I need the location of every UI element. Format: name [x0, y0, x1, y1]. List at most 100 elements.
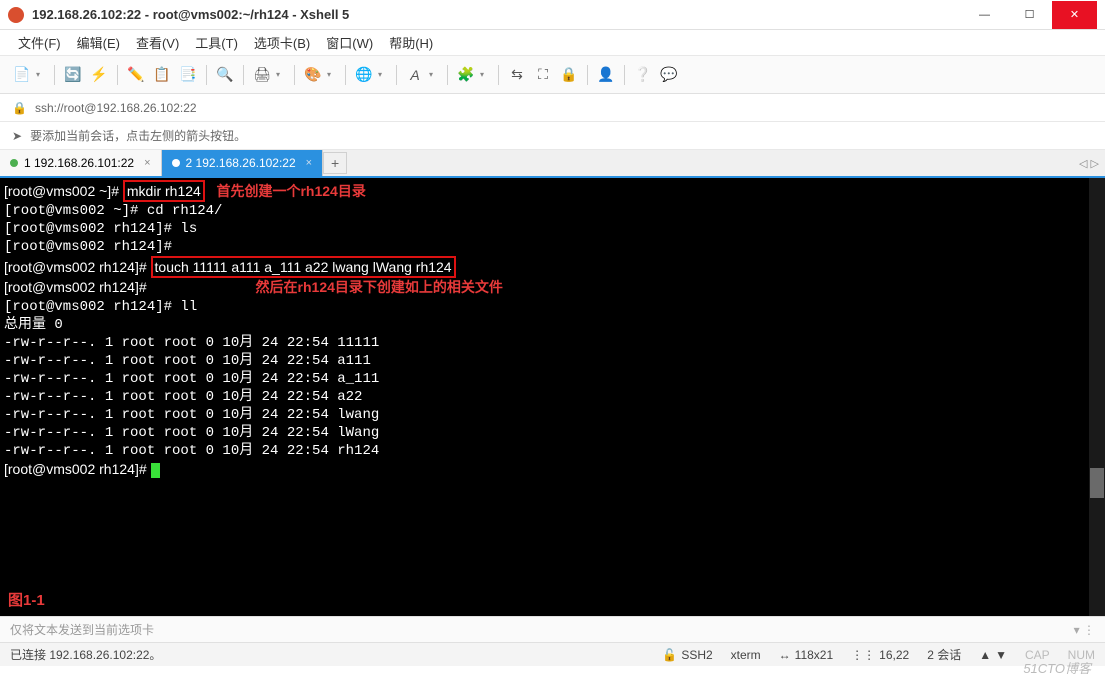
scrollbar-thumb[interactable] — [1090, 468, 1104, 498]
dropdown-icon[interactable]: ▾ — [480, 70, 488, 79]
terminal-line: -rw-r--r--. 1 root root 0 10月 24 22:54 1… — [4, 334, 1101, 352]
prompt: [root@vms002 rh124]# — [4, 259, 151, 275]
tab-close-icon[interactable]: × — [144, 157, 150, 169]
minimize-button[interactable]: — — [962, 1, 1007, 29]
menu-tabs[interactable]: 选项卡(B) — [248, 31, 316, 54]
terminal-line: -rw-r--r--. 1 root root 0 10月 24 22:54 r… — [4, 442, 1101, 460]
dropdown-icon[interactable]: ▾ — [276, 70, 284, 79]
scrollbar[interactable] — [1089, 178, 1105, 616]
prompt: [root@vms002 rh124]# — [4, 461, 151, 477]
tab-session-1[interactable]: 1 192.168.26.101:22 × — [0, 150, 162, 176]
arrow-icon[interactable]: ➤ — [12, 129, 22, 143]
separator — [206, 65, 207, 85]
font-icon[interactable]: A — [403, 63, 427, 87]
lock-icon: 🔓 — [662, 648, 677, 662]
highlighted-command: touch 11111 a111 a_111 a22 lwang lWang r… — [151, 256, 456, 278]
reconnect-icon[interactable]: 🔄 — [61, 63, 85, 87]
print-icon[interactable]: 🖨 — [250, 63, 274, 87]
window-title: 192.168.26.102:22 - root@vms002:~/rh124 … — [32, 7, 962, 22]
menu-tools[interactable]: 工具(T) — [189, 31, 244, 54]
status-dot-icon — [172, 159, 180, 167]
close-button[interactable]: ✕ — [1052, 1, 1097, 29]
terminal-line: -rw-r--r--. 1 root root 0 10月 24 22:54 a… — [4, 388, 1101, 406]
menu-window[interactable]: 窗口(W) — [320, 31, 379, 54]
tab-session-2[interactable]: 2 192.168.26.102:22 × — [162, 150, 324, 176]
properties-icon[interactable]: ✏️ — [124, 63, 148, 87]
pos-icon: ⋮⋮ — [851, 648, 875, 662]
help-icon[interactable]: ❔ — [631, 63, 655, 87]
statusbar: 已连接 192.168.26.102:22。 🔓SSH2 xterm ↔118x… — [0, 642, 1105, 666]
dropdown-icon[interactable]: ▾ — [36, 70, 44, 79]
maximize-button[interactable]: ☐ — [1007, 1, 1052, 29]
paste-icon[interactable]: 📑 — [176, 63, 200, 87]
menu-file[interactable]: 文件(F) — [12, 31, 67, 54]
status-connection: 已连接 192.168.26.102:22。 — [10, 646, 644, 663]
terminal-line: -rw-r--r--. 1 root root 0 10月 24 22:54 a… — [4, 370, 1101, 388]
dropdown-icon[interactable]: ▾ — [378, 70, 386, 79]
tab-label: 2 192.168.26.102:22 — [186, 156, 296, 170]
menu-edit[interactable]: 编辑(E) — [71, 31, 126, 54]
hint-text: 要添加当前会话，点击左侧的箭头按钮。 — [30, 127, 246, 144]
tab-label: 1 192.168.26.101:22 — [24, 156, 134, 170]
terminal[interactable]: [root@vms002 ~]# mkdir rh124 首先创建一个rh124… — [0, 178, 1105, 616]
menubar: 文件(F) 编辑(E) 查看(V) 工具(T) 选项卡(B) 窗口(W) 帮助(… — [0, 30, 1105, 56]
status-size: ↔118x21 — [779, 648, 833, 662]
send-mode-label[interactable]: 仅将文本发送到当前选项卡 — [10, 621, 154, 638]
terminal-line: -rw-r--r--. 1 root root 0 10月 24 22:54 l… — [4, 424, 1101, 442]
up-icon[interactable]: ▲ — [979, 648, 991, 662]
search-icon[interactable]: 🔍 — [213, 63, 237, 87]
separator — [243, 65, 244, 85]
separator — [447, 65, 448, 85]
down-icon[interactable]: ▼ — [995, 648, 1007, 662]
add-tab-button[interactable]: + — [323, 152, 347, 174]
lock-icon[interactable]: 🔒 — [557, 63, 581, 87]
separator — [624, 65, 625, 85]
user-icon[interactable]: 👤 — [594, 63, 618, 87]
fullscreen-icon[interactable]: ⛶ — [531, 63, 555, 87]
terminal-line: -rw-r--r--. 1 root root 0 10月 24 22:54 l… — [4, 406, 1101, 424]
dropdown-icon[interactable]: ▾ — [327, 70, 335, 79]
dropdown-icon[interactable]: ▾ ⋮ — [1074, 623, 1095, 637]
status-ssh: 🔓SSH2 — [662, 648, 712, 662]
script-icon[interactable]: 🧩 — [454, 63, 478, 87]
status-pos: ⋮⋮16,22 — [851, 648, 909, 662]
cursor — [151, 463, 160, 478]
tab-nav-arrows[interactable]: ◁ ▷ — [1079, 157, 1099, 170]
terminal-line: [root@vms002 rh124]# — [4, 238, 1101, 256]
app-icon — [8, 7, 24, 23]
status-nav: ▲▼ — [979, 648, 1007, 662]
color-icon[interactable]: 🎨 — [301, 63, 325, 87]
dropdown-icon[interactable]: ▾ — [429, 70, 437, 79]
figure-label: 图1-1 — [8, 592, 45, 610]
transfer-icon[interactable]: ⇆ — [505, 63, 529, 87]
status-dot-icon — [10, 159, 18, 167]
separator — [294, 65, 295, 85]
session-tabs: 1 192.168.26.101:22 × 2 192.168.26.102:2… — [0, 150, 1105, 178]
annotation: 然后在rh124目录下创建如上的相关文件 — [147, 279, 503, 295]
chat-icon[interactable]: 💬 — [657, 63, 681, 87]
titlebar: 192.168.26.102:22 - root@vms002:~/rh124 … — [0, 0, 1105, 30]
status-term: xterm — [731, 648, 761, 662]
status-sessions: 2 会话 — [927, 646, 961, 663]
lock-small-icon: 🔒 — [12, 101, 27, 115]
address-url[interactable]: ssh://root@192.168.26.102:22 — [35, 101, 197, 115]
globe-icon[interactable]: 🌐 — [352, 63, 376, 87]
terminal-line: [root@vms002 rh124]# ls — [4, 220, 1101, 238]
copy-icon[interactable]: 📋 — [150, 63, 174, 87]
hintbar: ➤ 要添加当前会话，点击左侧的箭头按钮。 — [0, 122, 1105, 150]
disconnect-icon[interactable]: ⚡ — [87, 63, 111, 87]
separator — [498, 65, 499, 85]
separator — [396, 65, 397, 85]
separator — [587, 65, 588, 85]
menu-view[interactable]: 查看(V) — [130, 31, 185, 54]
addressbar: 🔒 ssh://root@192.168.26.102:22 — [0, 94, 1105, 122]
menu-help[interactable]: 帮助(H) — [383, 31, 439, 54]
separator — [54, 65, 55, 85]
new-session-icon[interactable]: 📄 — [10, 63, 34, 87]
watermark: 51CTO博客 — [1023, 658, 1091, 677]
terminal-line: [root@vms002 ~]# cd rh124/ — [4, 202, 1101, 220]
tab-close-icon[interactable]: × — [306, 157, 312, 169]
separator — [345, 65, 346, 85]
sendbar: 仅将文本发送到当前选项卡 ▾ ⋮ — [0, 616, 1105, 642]
terminal-line: -rw-r--r--. 1 root root 0 10月 24 22:54 a… — [4, 352, 1101, 370]
